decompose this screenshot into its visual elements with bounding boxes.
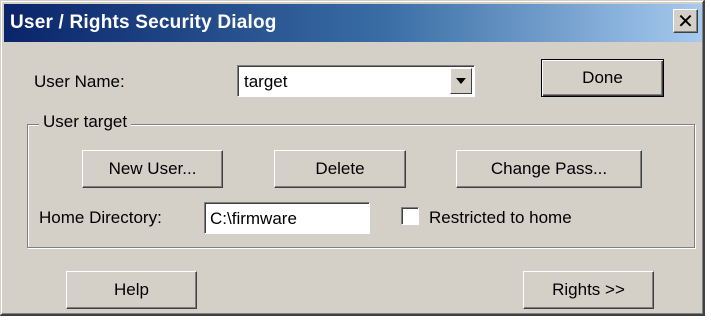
delete-button[interactable]: Delete — [274, 150, 406, 188]
user-rights-dialog: User / Rights Security Dialog ✕ User Nam… — [0, 0, 705, 316]
group-legend: User target — [39, 112, 132, 132]
close-button[interactable]: ✕ — [673, 9, 698, 33]
chevron-down-icon[interactable] — [450, 68, 472, 94]
help-button[interactable]: Help — [66, 271, 197, 309]
home-directory-input[interactable]: C:\firmware — [204, 202, 370, 234]
done-button[interactable]: Done — [541, 59, 664, 97]
user-name-label: User Name: — [34, 72, 125, 91]
rights-button[interactable]: Rights >> — [523, 271, 654, 309]
close-icon: ✕ — [677, 9, 694, 33]
change-pass-button[interactable]: Change Pass... — [456, 150, 642, 188]
user-name-dropdown[interactable]: target — [237, 65, 475, 97]
restricted-label: Restricted to home — [429, 208, 572, 227]
window-title: User / Rights Security Dialog — [10, 12, 277, 33]
title-bar[interactable]: User / Rights Security Dialog ✕ — [4, 4, 702, 42]
restricted-checkbox[interactable] — [401, 207, 419, 225]
new-user-button[interactable]: New User... — [82, 150, 223, 188]
home-directory-label: Home Directory: — [39, 208, 162, 227]
user-name-selected: target — [244, 72, 288, 91]
